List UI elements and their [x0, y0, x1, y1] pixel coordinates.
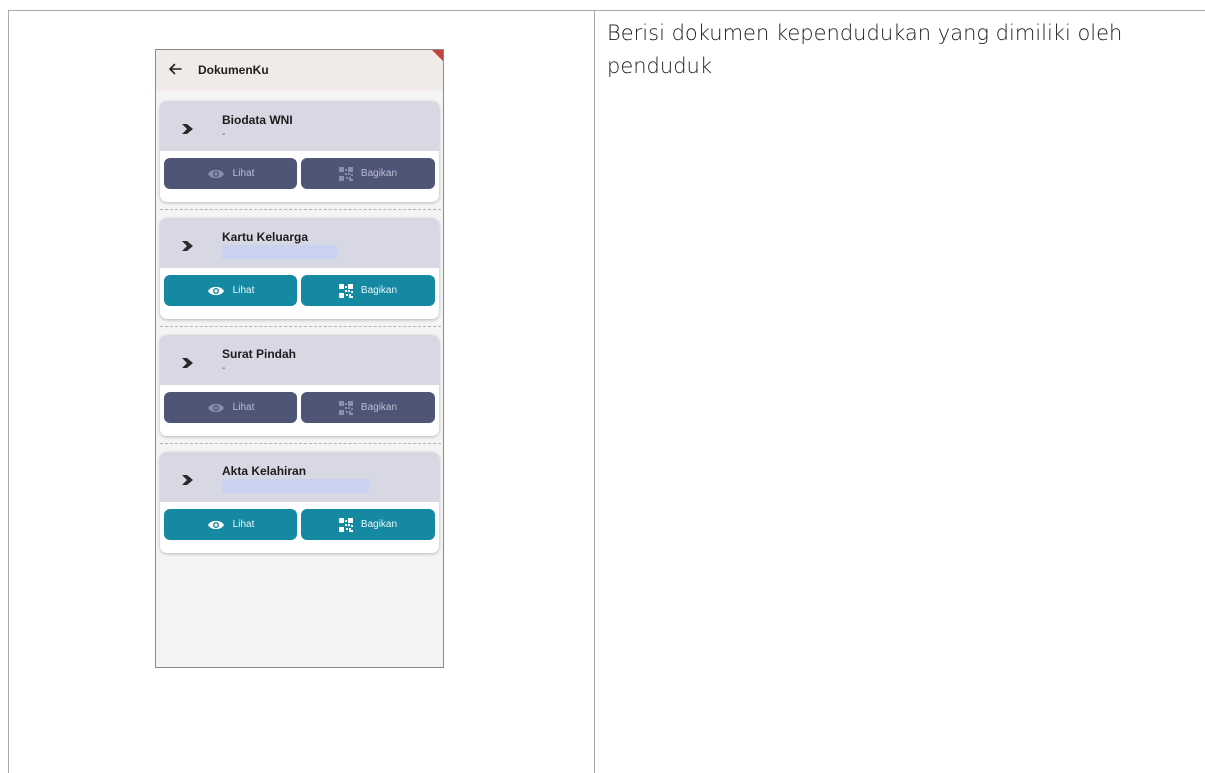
card-title: Biodata WNI [222, 113, 293, 127]
view-button[interactable]: Lihat [164, 275, 297, 306]
view-button[interactable]: Lihat [164, 509, 297, 540]
view-button-label: Lihat [232, 402, 255, 413]
card-subtitle: - [222, 129, 226, 140]
table-left-border [8, 10, 9, 773]
dashed-divider [160, 443, 441, 444]
card-header[interactable]: Akta Kelahiran [160, 452, 439, 502]
document-card-surat-pindah: Surat Pindah - Lihat Bagikan [160, 335, 439, 436]
dashed-divider [160, 209, 441, 210]
view-button-label: Lihat [232, 168, 255, 179]
eye-icon [207, 169, 224, 178]
share-button[interactable]: Bagikan [301, 509, 435, 540]
view-button[interactable]: Lihat [164, 158, 297, 189]
description-text: Berisi dokumen kependudukan yang dimilik… [607, 21, 1123, 78]
document-card-biodata: Biodata WNI - Lihat Bagikan [160, 101, 439, 202]
share-button[interactable]: Bagikan [301, 275, 435, 306]
eye-icon [207, 520, 224, 529]
debug-corner-badge [432, 50, 443, 61]
table-column-divider [594, 10, 595, 773]
app-bar: DokumenKu [156, 50, 443, 91]
card-subtitle: - [222, 363, 226, 374]
phone-screenshot: DokumenKu Biodata WNI - Lihat Bagikan Ka… [155, 49, 444, 668]
chevron-right-icon [182, 124, 193, 134]
table-top-border [8, 10, 1205, 11]
document-card-kartu-keluarga: Kartu Keluarga Lihat Bagikan [160, 218, 439, 319]
share-button[interactable]: Bagikan [301, 158, 435, 189]
chevron-right-icon [182, 241, 193, 251]
view-button-label: Lihat [232, 285, 255, 296]
redacted-number [222, 245, 337, 259]
card-header[interactable]: Biodata WNI - [160, 101, 439, 151]
chevron-right-icon [182, 358, 193, 368]
share-button-label: Bagikan [360, 519, 398, 530]
card-title: Kartu Keluarga [222, 230, 309, 244]
view-button-label: Lihat [232, 519, 255, 530]
qr-code-icon [338, 283, 353, 298]
card-header[interactable]: Kartu Keluarga [160, 218, 439, 268]
share-button-label: Bagikan [360, 168, 398, 179]
view-button[interactable]: Lihat [164, 392, 297, 423]
card-title: Surat Pindah [222, 347, 297, 361]
document-card-akta-kelahiran: Akta Kelahiran Lihat Bagikan [160, 452, 439, 553]
share-button-label: Bagikan [360, 285, 398, 296]
eye-icon [207, 286, 224, 295]
qr-code-icon [338, 517, 353, 532]
share-button[interactable]: Bagikan [301, 392, 435, 423]
arrow-left-icon[interactable] [166, 60, 184, 78]
qr-code-icon [338, 166, 353, 181]
dashed-divider [160, 326, 441, 327]
share-button-label: Bagikan [360, 402, 398, 413]
page-title: DokumenKu [198, 63, 269, 77]
eye-icon [207, 403, 224, 412]
qr-code-icon [338, 400, 353, 415]
card-title: Akta Kelahiran [222, 464, 307, 478]
redacted-number [222, 479, 369, 493]
card-header[interactable]: Surat Pindah - [160, 335, 439, 385]
chevron-right-icon [182, 475, 193, 485]
